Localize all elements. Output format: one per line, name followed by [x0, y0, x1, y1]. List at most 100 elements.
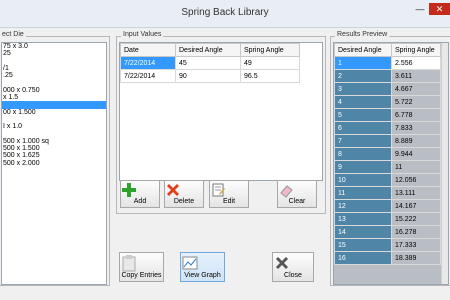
result-index-cell[interactable]: 8	[334, 147, 392, 161]
table-row[interactable]: 4 5.722	[334, 95, 441, 109]
delete-button[interactable]: Delete	[164, 180, 204, 208]
result-index-cell[interactable]: 2	[334, 69, 392, 83]
result-index-cell[interactable]: 16	[334, 251, 392, 265]
result-value-cell[interactable]: 11	[391, 160, 441, 174]
list-item[interactable]: 75 x 3.0	[2, 43, 106, 50]
list-item[interactable]	[2, 116, 106, 123]
results-grid[interactable]: Desired Angle Spring Angle 1 2.556 2 3.611 3…	[333, 42, 449, 285]
list-item[interactable]: 500 x 1.000 sq	[2, 138, 106, 145]
result-value-cell[interactable]: 13.111	[391, 186, 441, 200]
result-value-cell[interactable]: 3.611	[391, 69, 441, 83]
list-item[interactable]	[2, 131, 106, 138]
list-item[interactable]	[2, 58, 106, 65]
table-row[interactable]: 15 17.333	[334, 238, 441, 252]
graph-icon	[182, 256, 198, 270]
edit-document-icon	[212, 183, 225, 197]
add-label: Add	[133, 198, 147, 205]
view-graph-button[interactable]: View Graph	[180, 252, 225, 282]
eraser-icon	[280, 185, 293, 198]
table-row[interactable]: 2 3.611	[334, 69, 441, 83]
result-value-cell[interactable]: 9.944	[391, 147, 441, 161]
list-item[interactable]: /1	[2, 65, 106, 72]
result-value-cell[interactable]: 15.222	[391, 212, 441, 226]
table-row[interactable]: 14 16.278	[334, 225, 441, 239]
table-row[interactable]: 5 6.778	[334, 108, 441, 122]
table-row[interactable]: 3 4.667	[334, 82, 441, 96]
cell-desired[interactable]: 45	[175, 56, 241, 70]
result-index-cell[interactable]: 7	[334, 134, 392, 148]
result-index-cell[interactable]: 15	[334, 238, 392, 252]
result-value-cell[interactable]: 4.667	[391, 82, 441, 96]
table-row[interactable]: 13 15.222	[334, 212, 441, 226]
result-value-cell[interactable]: 14.167	[391, 199, 441, 213]
table-row[interactable]: 16 18.389	[334, 251, 441, 265]
result-index-cell[interactable]: 12	[334, 199, 392, 213]
close-x-icon	[276, 257, 288, 269]
close-window-button[interactable]: ✕	[429, 3, 450, 15]
list-item[interactable]	[2, 79, 106, 86]
col-desired-angle[interactable]: Desired Angle	[175, 43, 241, 57]
close-button[interactable]: Close	[272, 252, 314, 282]
result-index-cell[interactable]: 14	[334, 225, 392, 239]
list-item[interactable]: 000 x 0.750	[2, 87, 106, 94]
table-row[interactable]: 11 13.111	[334, 186, 441, 200]
minimize-button[interactable]: —	[413, 3, 427, 15]
result-value-cell[interactable]: 2.556	[391, 56, 441, 70]
list-item[interactable]: I x 1.0	[2, 123, 106, 130]
result-value-cell[interactable]: 17.333	[391, 238, 441, 252]
list-item[interactable]: 25	[2, 50, 106, 57]
result-value-cell[interactable]: 6.778	[391, 108, 441, 122]
delete-label: Delete	[173, 198, 195, 205]
result-index-cell[interactable]: 1	[334, 56, 392, 70]
result-value-cell[interactable]: 7.833	[391, 121, 441, 135]
result-index-cell[interactable]: 5	[334, 108, 392, 122]
cell-spring[interactable]: 49	[240, 56, 300, 70]
close-label: Close	[284, 272, 302, 279]
copy-entries-button[interactable]: Copy Entries	[119, 252, 164, 282]
col-spring-angle[interactable]: Spring Angle	[391, 43, 441, 57]
list-item[interactable]	[2, 101, 106, 109]
result-value-cell[interactable]: 8.889	[391, 134, 441, 148]
col-date[interactable]: Date	[120, 43, 176, 57]
table-row[interactable]: 9 11	[334, 160, 441, 174]
result-value-cell[interactable]: 5.722	[391, 95, 441, 109]
table-row[interactable]: 12 14.167	[334, 199, 441, 213]
table-row[interactable]: 7/22/2014 90 96.5	[120, 69, 300, 83]
result-index-cell[interactable]: 6	[334, 121, 392, 135]
table-row[interactable]: 1 2.556	[334, 56, 441, 70]
cell-desired[interactable]: 90	[175, 69, 241, 83]
clear-button[interactable]: Clear	[277, 180, 317, 208]
input-values-label: Input Values	[121, 31, 164, 38]
result-value-cell[interactable]: 12.056	[391, 173, 441, 187]
col-spring-angle[interactable]: Spring Angle	[240, 43, 300, 57]
list-item[interactable]: 500 x 2.000	[2, 160, 106, 167]
col-desired-angle[interactable]: Desired Angle	[334, 43, 392, 57]
result-index-cell[interactable]: 9	[334, 160, 392, 174]
input-grid[interactable]: Date Desired Angle Spring Angle 7/22/201…	[119, 42, 323, 181]
table-row[interactable]: 6 7.833	[334, 121, 441, 135]
edit-label: Edit	[222, 198, 236, 205]
result-index-cell[interactable]: 4	[334, 95, 392, 109]
table-row[interactable]: 8 9.944	[334, 147, 441, 161]
edit-button[interactable]: Edit	[209, 180, 249, 208]
list-item[interactable]: 500 x 1.625	[2, 152, 106, 159]
list-item[interactable]: 500 x 1.500	[2, 145, 106, 152]
add-button[interactable]: Add	[120, 180, 160, 208]
result-index-cell[interactable]: 3	[334, 82, 392, 96]
list-item[interactable]: x 1.5	[2, 94, 106, 101]
die-list[interactable]: 75 x 3.0 25/1.25 000 x 0.750 x 1.5 00 x 1.50…	[1, 42, 107, 285]
result-index-cell[interactable]: 11	[334, 186, 392, 200]
result-value-cell[interactable]: 16.278	[391, 225, 441, 239]
result-index-cell[interactable]: 13	[334, 212, 392, 226]
table-row[interactable]: 7/22/2014 45 49	[120, 56, 300, 70]
cell-date[interactable]: 7/22/2014	[120, 56, 176, 70]
table-row[interactable]: 7 8.889	[334, 134, 441, 148]
results-scrollbar[interactable]	[441, 43, 448, 284]
cell-date[interactable]: 7/22/2014	[120, 69, 176, 83]
result-index-cell[interactable]: 10	[334, 173, 392, 187]
list-item[interactable]: .25	[2, 72, 106, 79]
cell-spring[interactable]: 96.5	[240, 69, 300, 83]
result-value-cell[interactable]: 18.389	[391, 251, 441, 265]
list-item[interactable]: 00 x 1.500	[2, 109, 106, 116]
table-row[interactable]: 10 12.056	[334, 173, 441, 187]
